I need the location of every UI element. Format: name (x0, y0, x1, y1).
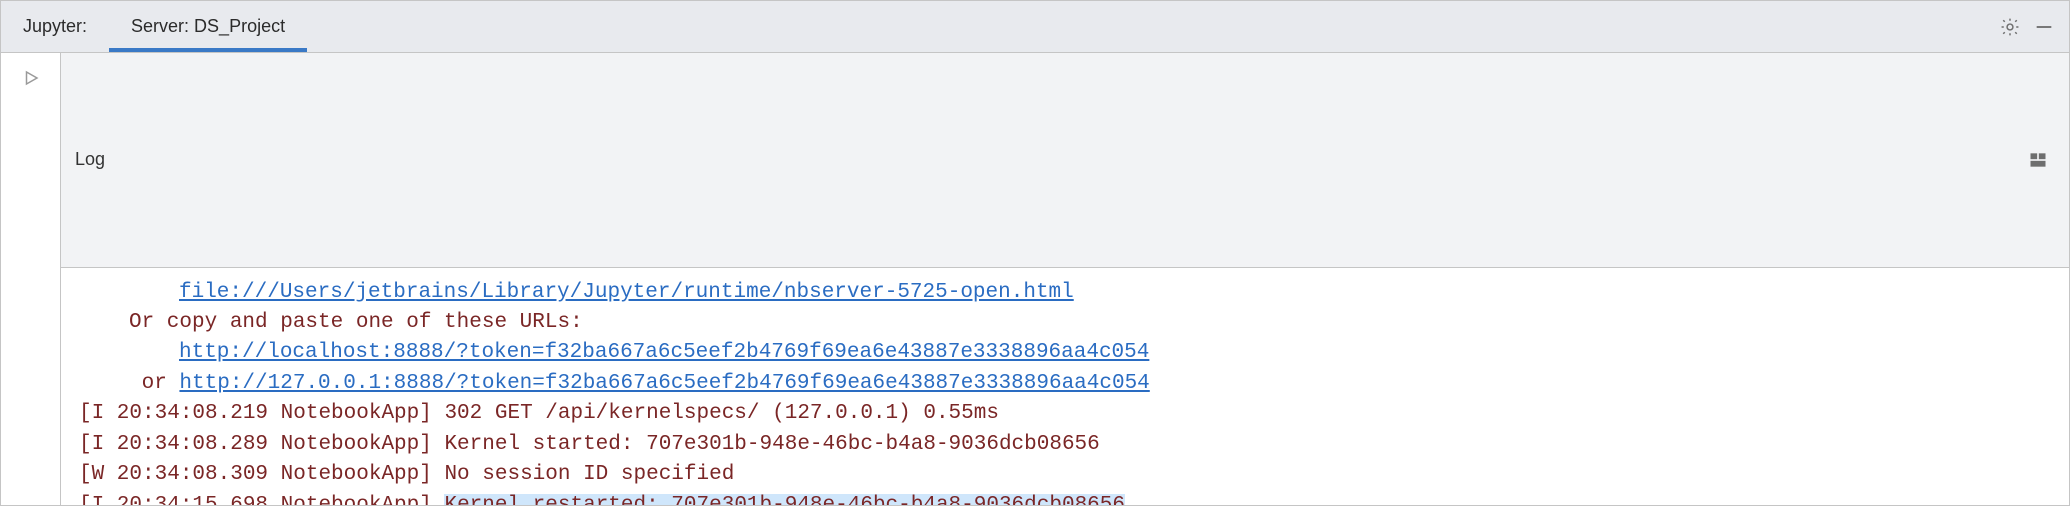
log-tab-label[interactable]: Log (75, 149, 105, 170)
main-column: Log file:///Users/jetbrains/Library/Jupy… (61, 53, 2069, 505)
body: Log file:///Users/jetbrains/Library/Jupy… (1, 53, 2069, 505)
log-text-or: or (129, 372, 179, 395)
log-line: [I 20:34:08.219 NotebookApp] 302 GET /ap… (79, 399, 2051, 429)
log-line: [I 20:34:08.289 NotebookApp] Kernel star… (79, 430, 2051, 460)
log-output[interactable]: file:///Users/jetbrains/Library/Jupyter/… (61, 268, 2069, 506)
layout-icon[interactable] (2021, 143, 2055, 177)
product-label[interactable]: Jupyter: (1, 1, 109, 52)
log-line-selection: Kernel restarted: 707e301b-948e-46bc-b4a… (444, 494, 1125, 505)
localhost-url-link[interactable]: http://localhost:8888/?token=f32ba667a6c… (179, 341, 1149, 364)
log-text: Or copy and paste one of these URLs: (129, 311, 583, 334)
log-line-prefix: [I 20:34:15.698 NotebookApp] (79, 494, 444, 505)
subbar: Log (61, 53, 2069, 268)
topbar-tabs: Jupyter: Server: DS_Project (1, 1, 307, 52)
file-url-link[interactable]: file:///Users/jetbrains/Library/Jupyter/… (179, 281, 1074, 304)
ip-url-link[interactable]: http://127.0.0.1:8888/?token=f32ba667a6c… (179, 372, 1149, 395)
play-icon[interactable] (14, 61, 48, 95)
tab-server[interactable]: Server: DS_Project (109, 1, 307, 52)
topbar: Jupyter: Server: DS_Project (1, 1, 2069, 53)
log-line: [W 20:34:08.309 NotebookApp] No session … (79, 460, 2051, 490)
minimize-icon[interactable] (2027, 10, 2061, 44)
gutter (1, 53, 61, 505)
gear-icon[interactable] (1993, 10, 2027, 44)
jupyter-tool-window: Jupyter: Server: DS_Project (0, 0, 2070, 506)
